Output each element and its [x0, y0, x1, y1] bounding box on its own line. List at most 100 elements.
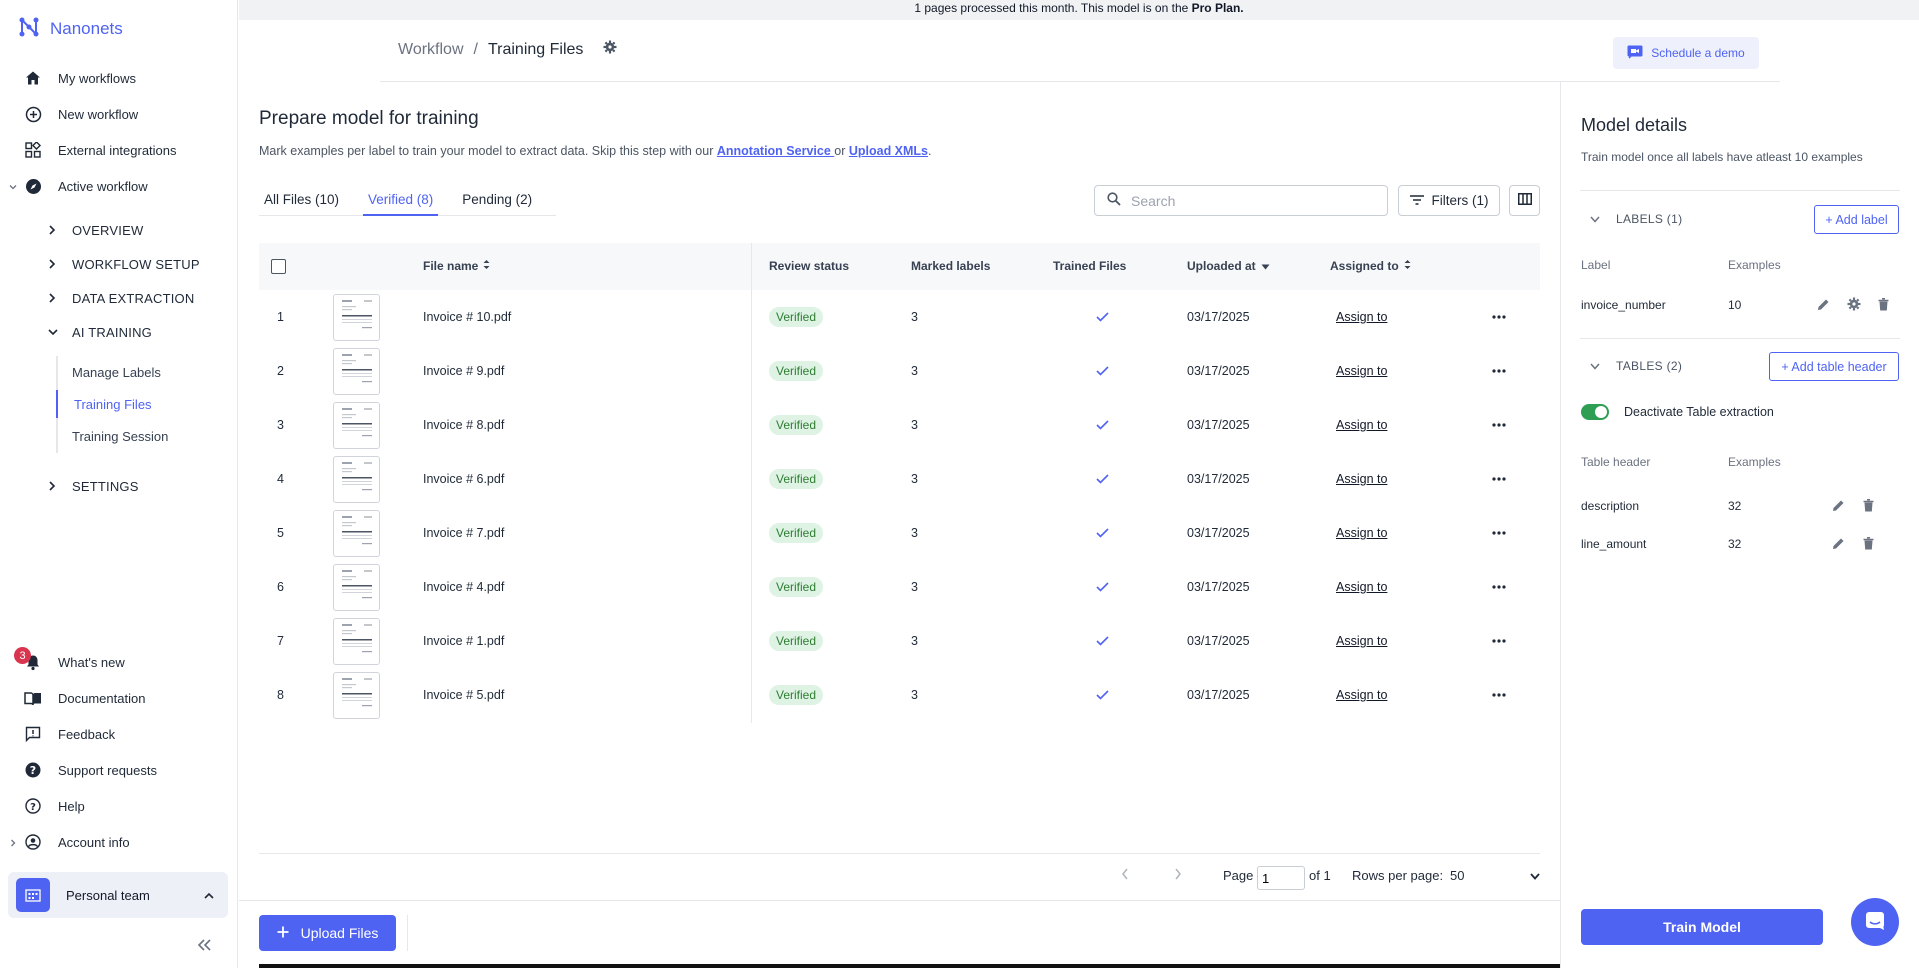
- review-status-cell: Verified: [769, 560, 824, 614]
- file-name[interactable]: Invoice # 9.pdf: [423, 344, 504, 398]
- add-label-button[interactable]: + Add label: [1814, 205, 1899, 234]
- table-row[interactable]: 5 Invoice # 7.pdf Verified 3 03/17/2025 Assig…: [259, 506, 1540, 560]
- assign-to-link[interactable]: Assign to: [1336, 580, 1387, 594]
- file-name[interactable]: Invoice # 5.pdf: [423, 668, 504, 722]
- sidebar-item-external-integrations[interactable]: External integrations: [0, 133, 238, 167]
- table-row[interactable]: 8 Invoice # 5.pdf Verified 3 03/17/2025 Assig…: [259, 668, 1540, 722]
- file-name[interactable]: Invoice # 7.pdf: [423, 506, 504, 560]
- sidebar-item-whats-new[interactable]: What's new: [0, 645, 238, 679]
- sidebar-item-feedback[interactable]: Feedback: [0, 717, 238, 751]
- assign-to-link[interactable]: Assign to: [1336, 526, 1387, 540]
- trash-icon[interactable]: [1878, 298, 1889, 314]
- status-badge: Verified: [769, 631, 824, 651]
- more-options-icon[interactable]: [1492, 290, 1506, 344]
- sidebar-item-help[interactable]: ? Help: [0, 789, 238, 823]
- file-thumbnail[interactable]: [333, 560, 380, 614]
- table-row[interactable]: 4 Invoice # 6.pdf Verified 3 03/17/2025 Assig…: [259, 452, 1540, 506]
- sidebar-item-account-info[interactable]: Account info: [0, 825, 238, 859]
- file-thumbnail[interactable]: [333, 614, 380, 668]
- tables-section-toggle[interactable]: TABLES (2): [1590, 359, 1682, 373]
- more-options-icon[interactable]: [1492, 452, 1506, 506]
- assign-to-link[interactable]: Assign to: [1336, 472, 1387, 486]
- upload-files-button[interactable]: Upload Files: [259, 915, 396, 951]
- section-workflow-setup[interactable]: WORKFLOW SETUP: [48, 249, 200, 279]
- tab-pending[interactable]: Pending (2): [457, 186, 537, 216]
- column-assigned-to[interactable]: Assigned to: [1330, 259, 1411, 273]
- search-input[interactable]: [1131, 192, 1371, 209]
- team-switcher[interactable]: Personal team: [8, 872, 228, 918]
- assign-to-link[interactable]: Assign to: [1336, 418, 1387, 432]
- edit-icon[interactable]: [1832, 537, 1845, 553]
- more-options-icon[interactable]: [1492, 668, 1506, 722]
- sidebar-item-documentation[interactable]: Documentation: [0, 681, 238, 715]
- rows-per-page-select[interactable]: 50: [1450, 868, 1540, 883]
- pager-prev-icon[interactable]: [1121, 868, 1129, 880]
- table-row[interactable]: 3 Invoice # 8.pdf Verified 3 03/17/2025 Assig…: [259, 398, 1540, 452]
- sidebar-item-training-session[interactable]: Training Session: [56, 422, 226, 450]
- assign-to-link[interactable]: Assign to: [1336, 310, 1387, 324]
- table-row[interactable]: 1 Invoice # 10.pdf Verified 3 03/17/2025 Assi…: [259, 290, 1540, 344]
- more-options-icon[interactable]: [1492, 614, 1506, 668]
- chat-icon: [1865, 911, 1885, 934]
- compass-icon: [24, 177, 42, 195]
- file-name[interactable]: Invoice # 10.pdf: [423, 290, 511, 344]
- upload-xmls-link[interactable]: Upload XMLs: [849, 144, 928, 158]
- file-name[interactable]: Invoice # 1.pdf: [423, 614, 504, 668]
- collapse-sidebar-icon[interactable]: [196, 938, 212, 955]
- more-options-icon[interactable]: [1492, 560, 1506, 614]
- edit-icon[interactable]: [1817, 298, 1830, 314]
- brand[interactable]: Nanonets: [18, 16, 123, 41]
- column-file-name[interactable]: File name: [423, 259, 490, 273]
- edit-icon[interactable]: [1832, 499, 1845, 515]
- file-thumbnail[interactable]: [333, 668, 380, 722]
- pager-next-icon[interactable]: [1174, 868, 1182, 880]
- section-ai-training[interactable]: AI TRAINING: [48, 317, 152, 347]
- subtitle-text: Mark examples per label to train your mo…: [259, 144, 717, 158]
- section-overview[interactable]: OVERVIEW: [48, 215, 143, 245]
- sidebar-item-manage-labels[interactable]: Manage Labels: [56, 358, 226, 386]
- file-thumbnail[interactable]: [333, 506, 380, 560]
- add-table-header-button[interactable]: + Add table header: [1769, 352, 1899, 381]
- file-name[interactable]: Invoice # 4.pdf: [423, 560, 504, 614]
- trash-icon[interactable]: [1863, 499, 1874, 515]
- tab-all-files[interactable]: All Files (10): [259, 186, 344, 216]
- assign-to-link[interactable]: Assign to: [1336, 364, 1387, 378]
- filters-button[interactable]: Filters (1): [1398, 185, 1500, 216]
- columns-button[interactable]: [1509, 185, 1540, 216]
- assign-to-link[interactable]: Assign to: [1336, 634, 1387, 648]
- sidebar-item-active-workflow[interactable]: Active workflow: [0, 169, 238, 203]
- section-data-extraction[interactable]: DATA EXTRACTION: [48, 283, 194, 313]
- select-all-checkbox[interactable]: [271, 259, 286, 274]
- section-settings[interactable]: SETTINGS: [48, 471, 139, 501]
- table-extraction-toggle[interactable]: [1581, 404, 1609, 420]
- gear-icon[interactable]: [1847, 297, 1861, 314]
- more-options-icon[interactable]: [1492, 506, 1506, 560]
- sidebar-item-support-requests[interactable]: ? Support requests: [0, 753, 238, 787]
- file-name[interactable]: Invoice # 8.pdf: [423, 398, 504, 452]
- file-thumbnail[interactable]: [333, 344, 380, 398]
- column-uploaded-at[interactable]: Uploaded at: [1187, 259, 1270, 273]
- schedule-demo-button[interactable]: Schedule a demo: [1613, 37, 1759, 69]
- table-row[interactable]: 7 Invoice # 1.pdf Verified 3 03/17/2025 Assig…: [259, 614, 1540, 668]
- chat-widget-button[interactable]: [1851, 898, 1899, 946]
- file-thumbnail[interactable]: [333, 398, 380, 452]
- page-number-input[interactable]: [1257, 866, 1305, 890]
- file-name[interactable]: Invoice # 6.pdf: [423, 452, 504, 506]
- table-row[interactable]: 2 Invoice # 9.pdf Verified 3 03/17/2025 Assig…: [259, 344, 1540, 398]
- assign-to-link[interactable]: Assign to: [1336, 688, 1387, 702]
- annotation-service-link[interactable]: Annotation Service: [717, 144, 834, 158]
- breadcrumb-workflow[interactable]: Workflow: [398, 41, 464, 59]
- table-row[interactable]: 6 Invoice # 4.pdf Verified 3 03/17/2025 Assig…: [259, 560, 1540, 614]
- more-options-icon[interactable]: [1492, 344, 1506, 398]
- more-options-icon[interactable]: [1492, 398, 1506, 452]
- labels-section-toggle[interactable]: LABELS (1): [1590, 212, 1682, 226]
- sidebar-item-new-workflow[interactable]: New workflow: [0, 97, 238, 131]
- tab-verified[interactable]: Verified (8): [363, 186, 439, 216]
- file-thumbnail[interactable]: [333, 290, 380, 344]
- trash-icon[interactable]: [1863, 537, 1874, 553]
- train-model-button[interactable]: Train Model: [1581, 909, 1823, 945]
- sidebar-item-my-workflows[interactable]: My workflows: [0, 61, 238, 95]
- file-thumbnail[interactable]: [333, 452, 380, 506]
- gear-icon[interactable]: [603, 40, 617, 59]
- sidebar-item-training-files[interactable]: Training Files: [56, 390, 226, 418]
